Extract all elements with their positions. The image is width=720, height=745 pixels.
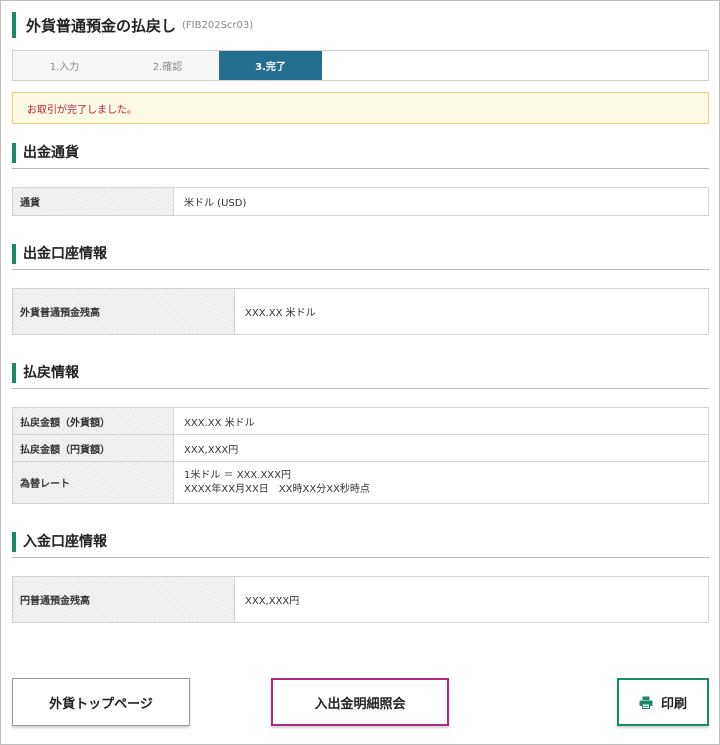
exchange-rate-timestamp: XXXX年XX月XX日 XX時XX分XX秒時点 [184,483,370,495]
fx-top-page-button[interactable]: 外貨トップページ [12,678,190,726]
table-row: 外貨普通預金残高 XXX.XX 米ドル [12,288,709,335]
section-title: 出金通貨 [23,145,79,161]
row-value-yen-balance: XXX,XXX円 [234,576,709,623]
completion-notice: お取引が完了しました。 [12,92,709,124]
exchange-rate-value: 1米ドル ＝ XXX.XXX円 [184,469,292,481]
screen-code: (FIB202Scr03) [182,19,254,31]
section-accent-bar [12,143,16,163]
section-heading-source-account: 出金口座情報 [12,244,709,270]
row-value-currency: 米ドル (USD) [173,187,709,216]
row-value-yen-amount: XXX,XXX円 [173,434,709,462]
row-label-yen-amount: 払戻金額（円貨額） [12,434,174,462]
section-title: 払戻情報 [23,365,79,381]
step-complete: 3.完了 [219,51,322,80]
table-row: 通貨 米ドル (USD) [12,187,709,216]
table-row: 円普通預金残高 XXX,XXX円 [12,576,709,623]
page-title-text: 外貨普通預金の払戻し [26,16,177,35]
row-label-currency: 通貨 [12,187,174,216]
row-value-fx-balance: XXX.XX 米ドル [234,288,709,335]
section-accent-bar [12,244,16,264]
print-button[interactable]: 印刷 [617,678,709,726]
page-title: 外貨普通預金の払戻し (FIB202Scr03) [12,12,253,38]
progress-steps: 1.入力 2.確認 3.完了 [12,50,709,81]
section-title: 入金口座情報 [23,534,107,550]
table-row: 為替レート 1米ドル ＝ XXX.XXX円 XXXX年XX月XX日 XX時XX分… [12,461,709,504]
printer-icon [639,696,653,709]
steps-remainder [322,51,708,80]
step-input: 1.入力 [49,62,80,73]
section-heading-withdrawal: 払戻情報 [12,363,709,389]
page-frame: 外貨普通預金の払戻し (FIB202Scr03) 1.入力 2.確認 3.完了 … [0,0,720,745]
section-accent-bar [12,532,16,552]
row-label-exchange-rate: 為替レート [12,461,174,504]
row-value-fx-amount: XXX.XX 米ドル [173,407,709,435]
row-label-fx-amount: 払戻金額（外貨額） [12,407,174,435]
row-label-fx-balance: 外貨普通預金残高 [12,288,235,335]
currency-table: 通貨 米ドル (USD) [12,187,709,216]
dest-account-table: 円普通預金残高 XXX,XXX円 [12,576,709,623]
section-heading-dest-account: 入金口座情報 [12,532,709,558]
table-row: 払戻金額（外貨額） XXX.XX 米ドル [12,407,709,435]
row-value-exchange-rate: 1米ドル ＝ XXX.XXX円 XXXX年XX月XX日 XX時XX分XX秒時点 [173,461,709,504]
step-confirm: 2.確認 [152,62,183,73]
source-account-table: 外貨普通預金残高 XXX.XX 米ドル [12,288,709,335]
print-button-label: 印刷 [660,696,687,712]
row-label-yen-balance: 円普通預金残高 [12,576,235,623]
fx-top-page-button-label: 外貨トップページ [49,696,153,712]
table-row: 払戻金額（円貨額） XXX,XXX円 [12,434,709,462]
section-accent-bar [12,363,16,383]
section-heading-currency: 出金通貨 [12,143,709,169]
withdrawal-table: 払戻金額（外貨額） XXX.XX 米ドル 払戻金額（円貨額） XXX,XXX円 … [12,407,709,504]
transaction-history-button-label: 入出金明細照会 [314,696,406,712]
section-title: 出金口座情報 [23,246,107,262]
transaction-history-button[interactable]: 入出金明細照会 [271,678,449,726]
